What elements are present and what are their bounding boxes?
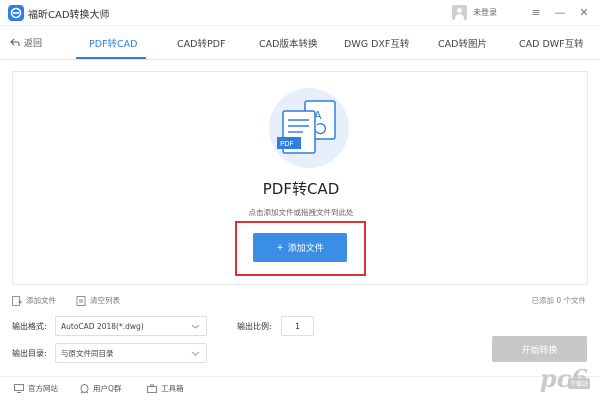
menu-icon[interactable]: ≡ [527, 3, 545, 21]
toolbox-icon [147, 384, 157, 393]
pc6-watermark-sub: 下载站 [567, 378, 590, 389]
tab-pdf-to-cad[interactable]: PDF转CAD [89, 36, 137, 50]
official-site-label: 官方网站 [28, 384, 58, 393]
plus-icon: + [276, 242, 284, 253]
output-dir-label: 输出目录: [12, 349, 47, 358]
minimize-icon[interactable]: — [551, 3, 569, 21]
add-file-button-label: 添加文件 [287, 244, 324, 254]
add-file-action[interactable]: 添加文件 [12, 295, 56, 306]
drop-zone-hint: 点击添加文件或拖拽文件到此处 [248, 208, 354, 217]
tab-dwg-dxf[interactable]: DWG DXF互转 [344, 36, 409, 50]
file-count-status: 已添加 0 个文件 [531, 296, 586, 305]
add-file-icon [12, 295, 22, 306]
tab-cad-to-pdf[interactable]: CAD转PDF [177, 36, 225, 50]
user-avatar-icon[interactable] [452, 5, 467, 20]
close-icon[interactable]: ✕ [575, 3, 593, 21]
back-arrow-icon [10, 38, 20, 46]
app-logo-icon [8, 5, 24, 21]
user-qq-group-link[interactable]: 用户Q群 [80, 383, 121, 394]
back-label: 返回 [24, 39, 43, 49]
app-window: 福昕CAD转换大师 未登录 ≡ — ✕ 返回 PDF转CAD CAD转PDF C… [0, 0, 600, 400]
monitor-icon [14, 384, 24, 393]
official-site-link[interactable]: 官方网站 [14, 383, 58, 394]
add-file-button[interactable]: + 添加文件 [253, 233, 347, 262]
tab-cad-version[interactable]: CAD版本转换 [259, 36, 317, 50]
clear-list-label: 清空列表 [90, 296, 120, 305]
output-ratio-label: 输出比例: [237, 322, 272, 331]
active-tab-indicator [76, 57, 146, 59]
tab-bar: 返回 PDF转CAD CAD转PDF CAD版本转换 DWG DXF互转 CAD… [0, 26, 600, 60]
start-convert-button[interactable]: 开始转换 [492, 336, 587, 362]
output-dir-select[interactable]: 与原文件同目录 [55, 343, 207, 363]
tab-cad-dwf[interactable]: CAD DWF互转 [519, 36, 584, 50]
drop-zone-title: PDF转CAD [262, 180, 340, 198]
output-format-value: AutoCAD 2018(*.dwg) [61, 321, 144, 331]
toolbox-label: 工具箱 [161, 384, 184, 393]
tab-cad-to-image[interactable]: CAD转图片 [438, 36, 487, 50]
output-ratio-input[interactable]: 1 [281, 316, 314, 336]
pdf-to-cad-illustration-icon: A PDF [269, 88, 349, 168]
add-file-action-label: 添加文件 [26, 296, 56, 305]
toolbox-link[interactable]: 工具箱 [147, 383, 184, 394]
chevron-down-icon [191, 351, 200, 356]
chevron-down-icon [191, 324, 200, 329]
output-format-select[interactable]: AutoCAD 2018(*.dwg) [55, 316, 207, 336]
title-bar: 福昕CAD转换大师 未登录 ≡ — ✕ [0, 0, 600, 26]
back-button[interactable]: 返回 [10, 36, 42, 49]
login-status[interactable]: 未登录 [473, 7, 497, 18]
svg-text:PDF: PDF [280, 140, 294, 148]
output-format-label: 输出格式: [12, 322, 47, 331]
qq-icon [80, 383, 89, 393]
output-dir-value: 与原文件同目录 [61, 348, 114, 358]
user-qq-group-label: 用户Q群 [93, 384, 122, 393]
clear-list-icon [76, 295, 86, 306]
clear-list-action[interactable]: 清空列表 [76, 295, 120, 306]
app-title: 福昕CAD转换大师 [28, 10, 110, 21]
footer-bar: 官方网站 用户Q群 工具箱 [0, 376, 600, 400]
